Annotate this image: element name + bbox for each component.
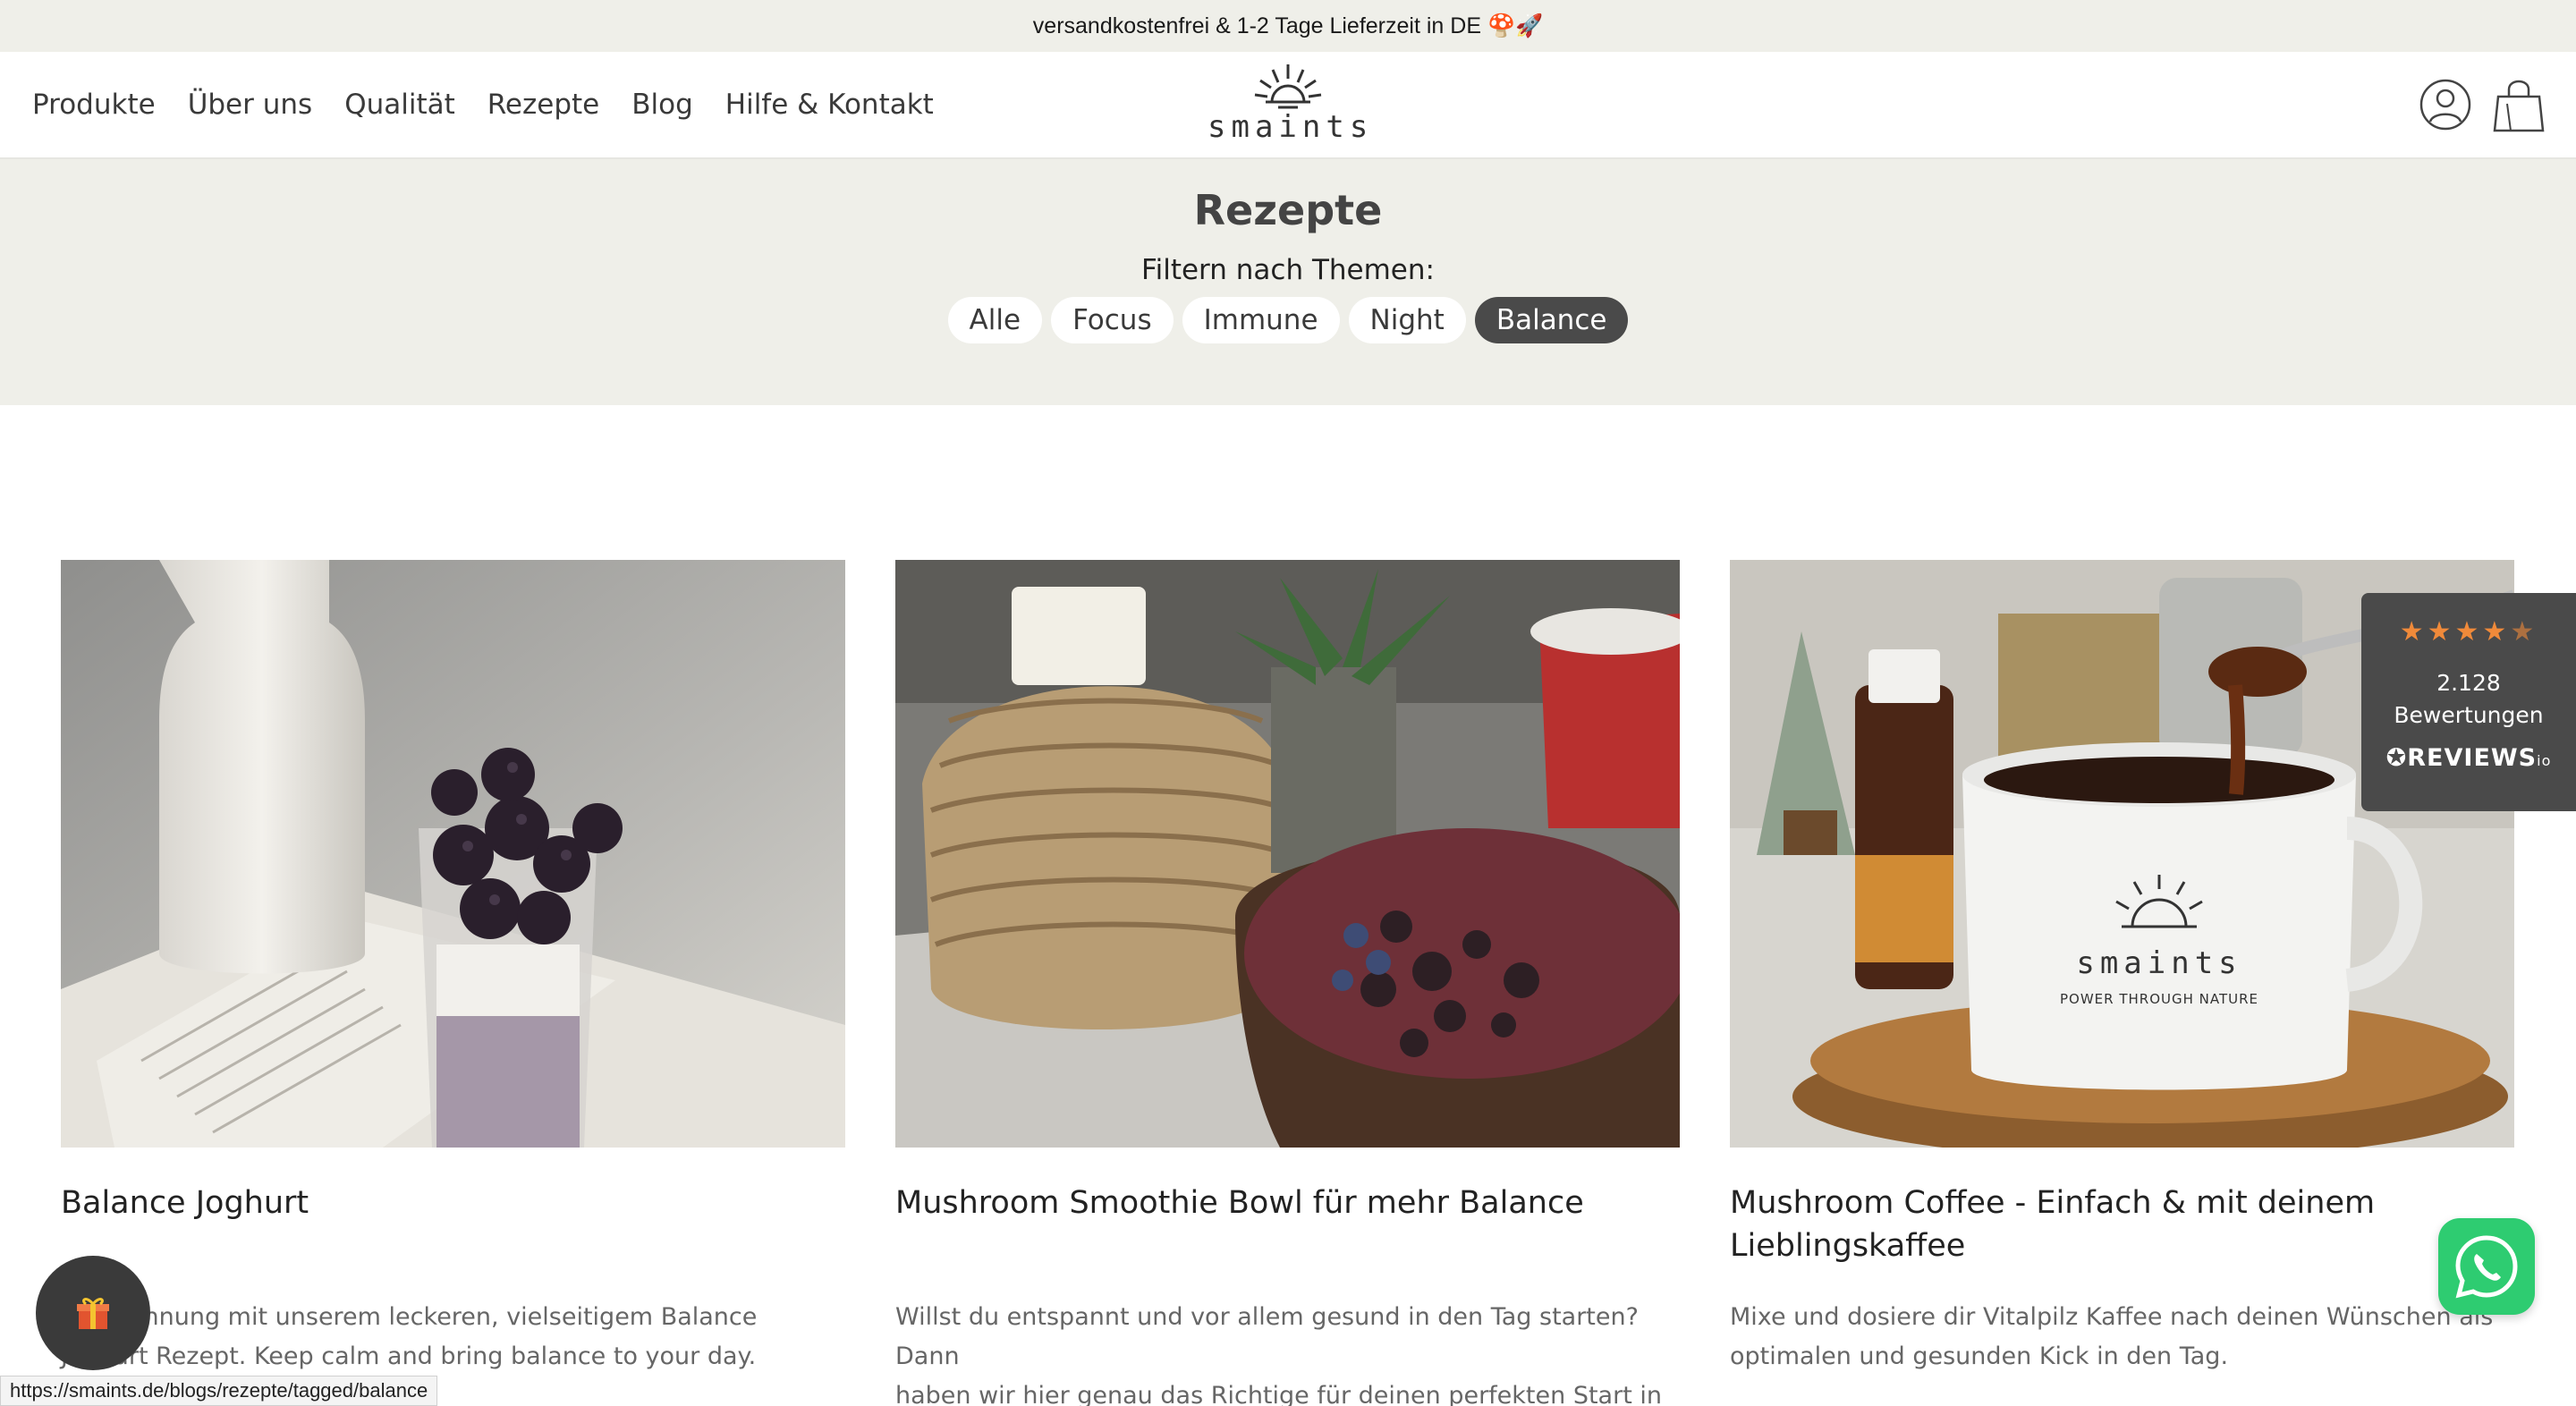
reviews-badge[interactable]: ★★★★★ 2.128 Bewertungen ✪REVIEWSio <box>2361 593 2576 811</box>
announcement-bar: versandkostenfrei & 1-2 Tage Lieferzeit … <box>0 0 2576 52</box>
nav-item-hilfe-kontakt[interactable]: Hilfe & Kontakt <box>725 89 934 121</box>
cart-button[interactable] <box>2490 73 2547 136</box>
nav-item-qualitaet[interactable]: Qualität <box>344 89 455 121</box>
nav-item-produkte[interactable]: Produkte <box>32 89 156 121</box>
logo-text: smaints <box>1208 109 1374 145</box>
recipe-excerpt-line: optimalen und gesunden Kick in den Tag. <box>1730 1342 2229 1370</box>
recipe-excerpt-line: haben wir hier genau das Richtige für de… <box>895 1382 1662 1406</box>
filter-label: Filtern nach Themen: <box>1141 254 1435 286</box>
recipe-grid: Balance Joghurt Entspannung mit unserem … <box>61 560 2514 1406</box>
account-button[interactable] <box>2417 73 2474 136</box>
rewards-button[interactable] <box>36 1256 150 1370</box>
reviews-star-logo-icon: ✪ <box>2385 744 2408 772</box>
filter-chip-balance[interactable]: Balance <box>1474 297 1629 343</box>
shopping-bag-icon <box>2493 80 2545 132</box>
whatsapp-icon <box>2455 1235 2518 1299</box>
recipe-card[interactable]: Mushroom Smoothie Bowl für mehr Balance … <box>895 560 1680 1406</box>
recipe-excerpt-line: Mixe und dosiere dir Vitalpilz Kaffee na… <box>1730 1303 2494 1331</box>
mug-slogan-text: POWER THROUGH NATURE <box>2060 991 2258 1007</box>
rating-stars: ★★★★★ <box>2399 616 2538 648</box>
nav-item-blog[interactable]: Blog <box>631 89 693 121</box>
gift-icon <box>77 1298 109 1329</box>
nav-item-rezepte[interactable]: Rezepte <box>487 89 599 121</box>
header-icons <box>2417 73 2547 136</box>
filter-chip-alle[interactable]: Alle <box>947 297 1043 343</box>
reviews-brand-suffix: io <box>2537 752 2552 769</box>
topic-filter: Alle Focus Immune Night Balance <box>0 297 2576 343</box>
recipes-hero: Rezepte Filtern nach Themen: Alle Focus … <box>0 159 2576 405</box>
filter-chip-night[interactable]: Night <box>1348 297 1466 343</box>
yogurt-with-blackberries-photo <box>61 560 845 1148</box>
recipe-title[interactable]: Balance Joghurt <box>61 1182 845 1298</box>
status-bar-url: https://smaints.de/blogs/rezepte/tagged/… <box>0 1376 438 1406</box>
reviews-count-label: Bewertungen <box>2394 702 2544 728</box>
recipe-card[interactable]: Balance Joghurt Entspannung mit unserem … <box>61 560 845 1406</box>
whatsapp-chat-button[interactable] <box>2438 1218 2535 1315</box>
reviews-count-value: 2.128 <box>2436 670 2501 696</box>
mug-brand-text: smaints <box>2076 945 2241 981</box>
recipe-image-smoothie[interactable] <box>895 560 1680 1148</box>
site-logo[interactable]: smaints <box>1208 61 1368 154</box>
recipe-excerpt: Mixe und dosiere dir Vitalpilz Kaffee na… <box>1730 1298 2514 1376</box>
reviews-brand: ✪REVIEWSio <box>2361 744 2576 772</box>
filter-chip-immune[interactable]: Immune <box>1182 297 1340 343</box>
announcement-text: versandkostenfrei & 1-2 Tage Lieferzeit … <box>1032 13 1544 38</box>
recipe-title[interactable]: Mushroom Coffee - Einfach & mit deinem L… <box>1730 1182 2514 1298</box>
recipe-title-line: Lieblingskaffee <box>1730 1228 1966 1264</box>
reviews-brand-text: REVIEWS <box>2407 744 2538 772</box>
half-star-icon: ★ <box>2510 616 2538 648</box>
recipe-excerpt-line: Joghurt Rezept. Keep calm and bring bala… <box>61 1342 757 1370</box>
recipe-excerpt: Willst du entspannt und vor allem gesund… <box>895 1298 1680 1406</box>
recipe-excerpt-line: Willst du entspannt und vor allem gesund… <box>895 1303 1639 1370</box>
recipe-excerpt-line: Entspannung mit unserem leckeren, vielse… <box>61 1303 758 1331</box>
recipe-image-yogurt[interactable] <box>61 560 845 1148</box>
recipe-title-line: Mushroom Coffee - Einfach & mit deinem <box>1730 1185 2376 1221</box>
site-header: Produkte Über uns Qualität Rezepte Blog … <box>0 52 2576 159</box>
page-title: Rezepte <box>1193 186 1383 234</box>
sun-logo-icon <box>1254 64 1322 109</box>
filter-chip-focus[interactable]: Focus <box>1051 297 1174 343</box>
smoothie-bowl-photo <box>895 560 1680 1148</box>
account-icon <box>2419 79 2471 131</box>
main-nav: Produkte Über uns Qualität Rezepte Blog … <box>32 52 934 157</box>
recipe-title[interactable]: Mushroom Smoothie Bowl für mehr Balance <box>895 1182 1680 1298</box>
reviews-count: 2.128 Bewertungen <box>2361 667 2576 732</box>
nav-item-ueber-uns[interactable]: Über uns <box>188 89 313 121</box>
recipe-excerpt: Entspannung mit unserem leckeren, vielse… <box>61 1298 845 1376</box>
